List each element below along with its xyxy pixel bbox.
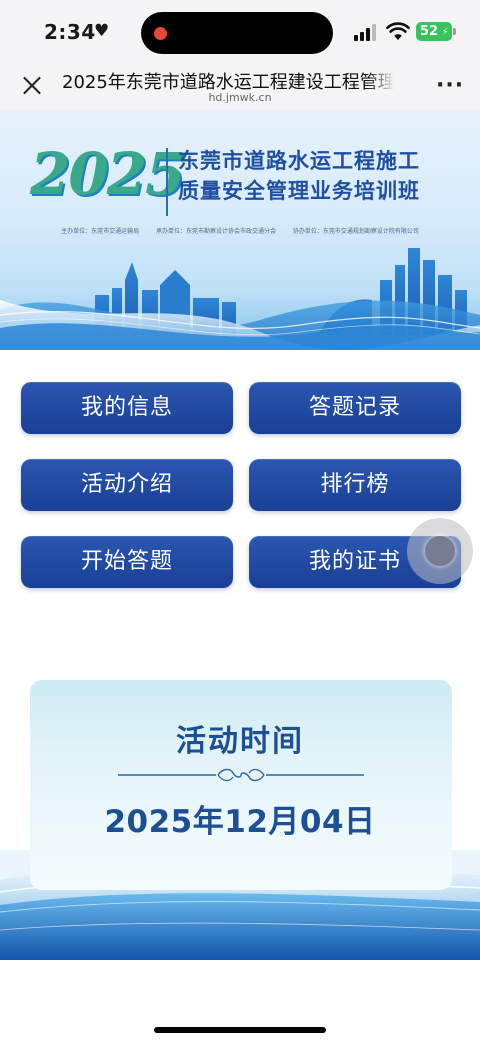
dynamic-island <box>141 12 333 54</box>
battery-icon: 52 ⚡ <box>416 22 452 41</box>
page-domain: hd.jmwk.cn <box>208 91 272 104</box>
banner-title-line2: 质量安全管理业务培训班 <box>178 179 420 203</box>
answer-records-button[interactable]: 答题记录 <box>249 382 461 434</box>
browser-header: 2025年东莞市道路水运工程建设工程管理 hd.jmwk.cn ··· <box>0 64 480 110</box>
activity-intro-button[interactable]: 活动介绍 <box>21 459 233 511</box>
event-banner: 2025 东莞市道路水运工程施工 质量安全管理业务培训班 主办单位：东莞市交通运… <box>0 110 480 350</box>
record-dot-icon <box>154 27 167 40</box>
battery-level: 52 <box>420 24 439 39</box>
banner-title: 东莞市道路水运工程施工 质量安全管理业务培训班 <box>178 146 420 206</box>
ornament-divider <box>118 768 364 782</box>
start-quiz-button[interactable]: 开始答题 <box>21 536 233 588</box>
assistive-touch-button[interactable] <box>407 518 473 584</box>
home-indicator[interactable] <box>154 1027 326 1033</box>
banner-year: 2025 <box>30 140 185 208</box>
city-skyline-illustration <box>0 248 480 350</box>
my-info-button[interactable]: 我的信息 <box>21 382 233 434</box>
heart-icon: ♥ <box>94 21 110 41</box>
wifi-icon <box>386 22 410 40</box>
more-icon[interactable]: ··· <box>436 73 464 98</box>
assistive-touch-dot <box>425 536 455 566</box>
banner-divider <box>166 148 168 216</box>
status-time: 2:34 <box>44 20 96 44</box>
banner-title-line1: 东莞市道路水运工程施工 <box>178 149 420 173</box>
battery-tip <box>453 28 456 35</box>
activity-date: 2025年12月04日 <box>104 804 376 840</box>
banner-sponsors: 主办单位：东莞市交通运输局 承办单位：东莞市勘察设计协会市政交通分会 协办单位：… <box>61 228 419 235</box>
cellular-signal-icon <box>354 23 380 41</box>
status-bar: 2:34 ♥ 52 ⚡ <box>0 0 480 64</box>
leaderboard-button[interactable]: 排行榜 <box>249 459 461 511</box>
activity-time-card <box>30 680 452 890</box>
activity-time-title: 活动时间 <box>176 724 304 759</box>
